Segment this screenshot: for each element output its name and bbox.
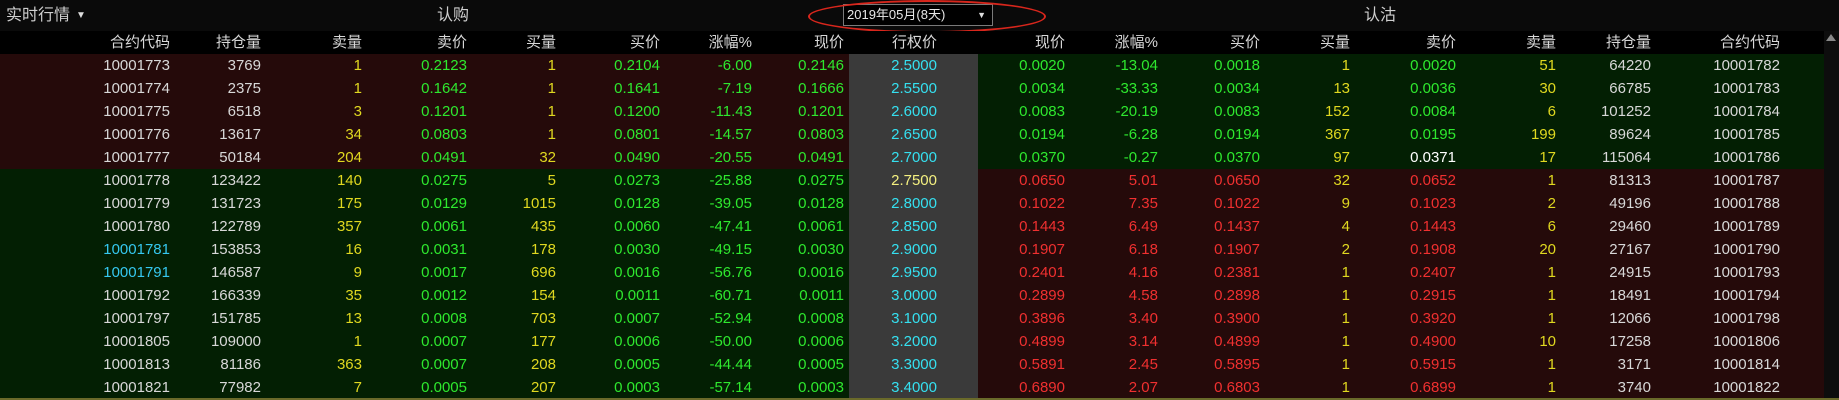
header-put-contract-code[interactable]: 合约代码: [0, 31, 1780, 54]
put-contract-code-cell: 10001806: [1713, 333, 1780, 350]
table-body: 10001773 3769 1 0.2123 1 0.2104 -6.00 0.2146 2.5…: [0, 54, 1839, 400]
put-contract-code-cell: 10001785: [1713, 126, 1780, 143]
put-contract-code-cell: 10001798: [1713, 310, 1780, 327]
put-section-title: 认沽: [1364, 7, 1397, 24]
put-contract-code-cell: 10001814: [1713, 356, 1780, 373]
option-chain-row[interactable]: 10001821 77982 7 0.0005 207 0.0003 -57.14 0.000…: [0, 376, 1839, 399]
put-contract-code-cell: 10001788: [1713, 195, 1780, 212]
option-chain-row[interactable]: 10001779 131723 175 0.0129 1015 0.0128 -39.05 0…: [0, 192, 1839, 215]
put-contract-code-cell: 10001783: [1713, 80, 1780, 97]
option-chain-row[interactable]: 10001791 146587 9 0.0017 696 0.0016 -56.76 0.00…: [0, 261, 1839, 284]
realtime-quote-label: 实时行情: [6, 7, 71, 24]
option-chain-row[interactable]: 10001773 3769 1 0.2123 1 0.2104 -6.00 0.2146 2.5…: [0, 54, 1839, 77]
top-toolbar: 实时行情 ▼ 认购 2019年05月(8天) ▼ 认沽: [0, 0, 1839, 33]
table-header: 合约代码 持仓量 卖量 卖价 买量 买价 涨幅% 现价 行权价 现价 涨幅% 买价 买量 卖价 卖量 持仓量合…: [0, 31, 1839, 54]
expiry-month-select[interactable]: 2019年05月(8天) ▼: [843, 4, 993, 26]
put-contract-code-cell: 10001822: [1713, 379, 1780, 396]
realtime-quote-menu[interactable]: 实时行情 ▼: [6, 0, 86, 31]
put-contract-code-cell: 10001787: [1713, 172, 1780, 189]
put-contract-code-cell: 10001786: [1713, 149, 1780, 166]
option-quote-window: 实时行情 ▼ 认购 2019年05月(8天) ▼ 认沽 合约代码 持仓量 卖量 卖价 买量…: [0, 0, 1839, 400]
option-chain-row[interactable]: 10001778 123422 140 0.0275 5 0.0273 -25.88 0.02…: [0, 169, 1839, 192]
expiry-month-value: 2019年05月(8天): [847, 7, 946, 22]
option-chain-row[interactable]: 10001781 153853 16 0.0031 178 0.0030 -49.15 0.0…: [0, 238, 1839, 261]
chevron-down-icon: ▼: [977, 10, 986, 20]
option-chain-row[interactable]: 10001774 2375 1 0.1642 1 0.1641 -7.19 0.1666 2.5…: [0, 77, 1839, 100]
put-contract-code-cell: 10001789: [1713, 218, 1780, 235]
option-chain-row[interactable]: 10001797 151785 13 0.0008 703 0.0007 -52.94 0.0…: [0, 307, 1839, 330]
option-chain-row[interactable]: 10001813 81186 363 0.0007 208 0.0005 -44.44 0.0…: [0, 353, 1839, 376]
put-contract-code-cell: 10001794: [1713, 287, 1780, 304]
put-contract-code-cell: 10001782: [1713, 57, 1780, 74]
put-contract-code-cell: 10001793: [1713, 264, 1780, 281]
vertical-scrollbar[interactable]: [1824, 31, 1839, 400]
option-chain-row[interactable]: 10001777 50184 204 0.0491 32 0.0490 -20.55 0.04…: [0, 146, 1839, 169]
option-chain-row[interactable]: 10001780 122789 357 0.0061 435 0.0060 -47.41 0.…: [0, 215, 1839, 238]
scroll-up-arrow-icon[interactable]: [1826, 34, 1836, 41]
put-contract-code-cell: 10001790: [1713, 241, 1780, 258]
option-chain-row[interactable]: 10001776 13617 34 0.0803 1 0.0801 -14.57 0.0803…: [0, 123, 1839, 146]
dropdown-triangle-icon: ▼: [76, 10, 86, 21]
option-chain-row[interactable]: 10001775 6518 3 0.1201 1 0.1200 -11.43 0.1201 2.…: [0, 100, 1839, 123]
option-chain-row[interactable]: 10001805 109000 1 0.0007 177 0.0006 -50.00 0.00…: [0, 330, 1839, 353]
put-contract-code-cell: 10001784: [1713, 103, 1780, 120]
option-chain-row[interactable]: 10001792 166339 35 0.0012 154 0.0011 -60.71 0.0…: [0, 284, 1839, 307]
call-section-title: 认购: [437, 7, 470, 24]
